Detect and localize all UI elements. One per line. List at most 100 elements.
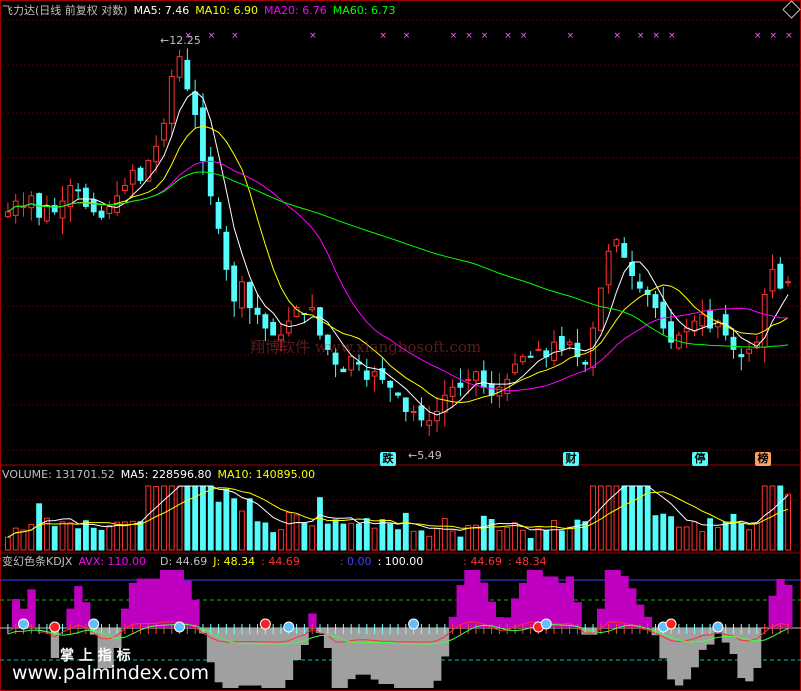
volume-bar	[574, 519, 581, 551]
volume-bar	[340, 523, 347, 551]
volume-bar	[309, 525, 316, 551]
volume-bar	[43, 517, 50, 551]
candle-body	[129, 169, 136, 185]
kdj-v4: : 44.69	[463, 555, 502, 568]
kdj-d: D: 44.69	[160, 555, 208, 568]
volume-bar	[543, 530, 550, 551]
signal-badge-die[interactable]: 跌	[380, 452, 396, 466]
volume-bar	[223, 488, 230, 551]
candle-body	[652, 294, 659, 309]
ma60-readout: MA60: 6.73	[332, 4, 396, 17]
candle-body	[457, 382, 464, 388]
kdj-high-fill	[479, 582, 489, 628]
kdj-low-fill	[355, 628, 364, 675]
candle-body	[12, 200, 19, 216]
kdj-low-fill	[394, 628, 403, 688]
kdj-low-fill	[737, 628, 746, 678]
volume-bar	[98, 529, 105, 551]
volume-bar	[769, 485, 776, 551]
candle-body	[371, 371, 378, 377]
kdj-low-fill	[339, 628, 348, 688]
stock-chart-window: × × × × × × × × × × × × × × × × × × × 飞力达(日线 前复权 对数) MA5: 7…	[0, 0, 801, 691]
volume-ma5-readout: MA5: 228596.80	[120, 468, 212, 481]
kdj-high-fill	[612, 570, 621, 628]
kdj-high-fill	[160, 570, 169, 628]
kdj-signal-ball-icon	[665, 618, 677, 630]
kdj-signal-ball-icon	[259, 618, 271, 630]
candle-body	[153, 145, 160, 163]
kdj-high-fill	[511, 598, 520, 628]
signal-badge-bang[interactable]: 榜	[755, 452, 771, 466]
candle-body	[434, 411, 440, 422]
signal-badge-cai[interactable]: 财	[563, 452, 579, 466]
top-marker-icon: ×	[520, 31, 528, 41]
kdj-signal-ball-icon	[49, 621, 61, 633]
kdj-low-fill	[401, 628, 411, 688]
volume-readout: VOLUME: 131701.52	[2, 468, 115, 481]
volume-bar	[480, 515, 487, 551]
volume-bar	[395, 529, 401, 551]
candle-body	[215, 202, 222, 229]
candle-body	[90, 199, 97, 213]
volume-bar	[51, 526, 58, 551]
volume-bar	[161, 485, 167, 551]
low-price-label: ←5.49	[408, 449, 442, 462]
volume-bar	[371, 527, 378, 551]
candle-body	[387, 380, 394, 388]
candle-body	[605, 250, 612, 286]
volume-bar	[59, 521, 66, 551]
stock-title: 飞力达(日线 前复权 对数)	[2, 4, 128, 17]
volume-bar	[231, 498, 238, 551]
volume-bar	[426, 535, 433, 551]
volume-bar	[270, 532, 277, 551]
candle-body	[582, 362, 589, 365]
volume-bar	[621, 485, 628, 551]
kdj-v5: : 48.34	[507, 555, 547, 568]
candle-body	[465, 378, 472, 381]
candle-body	[168, 76, 175, 124]
kdj-low-fill	[230, 628, 239, 688]
volume-bar	[418, 530, 425, 551]
volume-bar	[20, 529, 27, 551]
kdj-low-fill	[269, 628, 278, 688]
kdj-high-fill	[534, 570, 543, 628]
volume-bar	[36, 503, 43, 551]
volume-bar	[566, 526, 573, 551]
kdj-high-fill	[776, 578, 785, 628]
volume-bar	[379, 519, 386, 551]
kdj-high-fill	[183, 580, 192, 628]
ma10-readout: MA10: 6.90	[195, 4, 259, 17]
candle-body	[597, 287, 604, 331]
volume-bar	[83, 520, 89, 551]
volume-bar	[496, 530, 503, 551]
ma10-line	[7, 125, 789, 404]
volume-bar	[449, 530, 456, 551]
volume-bar	[504, 526, 511, 551]
volume-bar	[75, 528, 82, 551]
kdj-low-fill	[222, 628, 231, 688]
top-marker-icon: ×	[450, 31, 458, 41]
volume-bar	[605, 485, 612, 551]
volume-bar	[652, 515, 659, 551]
kdj-signal-ball-icon	[18, 618, 30, 630]
kdj-low-fill	[214, 628, 223, 683]
candle-body	[480, 370, 487, 388]
volume-bar	[200, 485, 206, 551]
candle-body	[363, 370, 370, 380]
volume-bar	[317, 497, 323, 551]
signal-badge-ting[interactable]: 停	[692, 452, 708, 466]
kdj-low-fill	[409, 628, 419, 688]
volume-bar	[714, 527, 721, 551]
volume-bar	[145, 485, 152, 551]
volume-bar	[301, 522, 308, 551]
kdj-high-fill	[550, 576, 559, 628]
candle-body	[239, 281, 245, 309]
candle-body	[441, 394, 448, 413]
volume-bar	[246, 498, 253, 551]
top-marker-icon: ×	[379, 31, 387, 41]
candle-body	[184, 59, 191, 90]
volume-bar	[67, 522, 74, 551]
ma5-readout: MA5: 7.46	[133, 4, 190, 17]
kdj-high-fill	[144, 578, 153, 628]
ma20-readout: MA20: 6.76	[264, 4, 327, 17]
